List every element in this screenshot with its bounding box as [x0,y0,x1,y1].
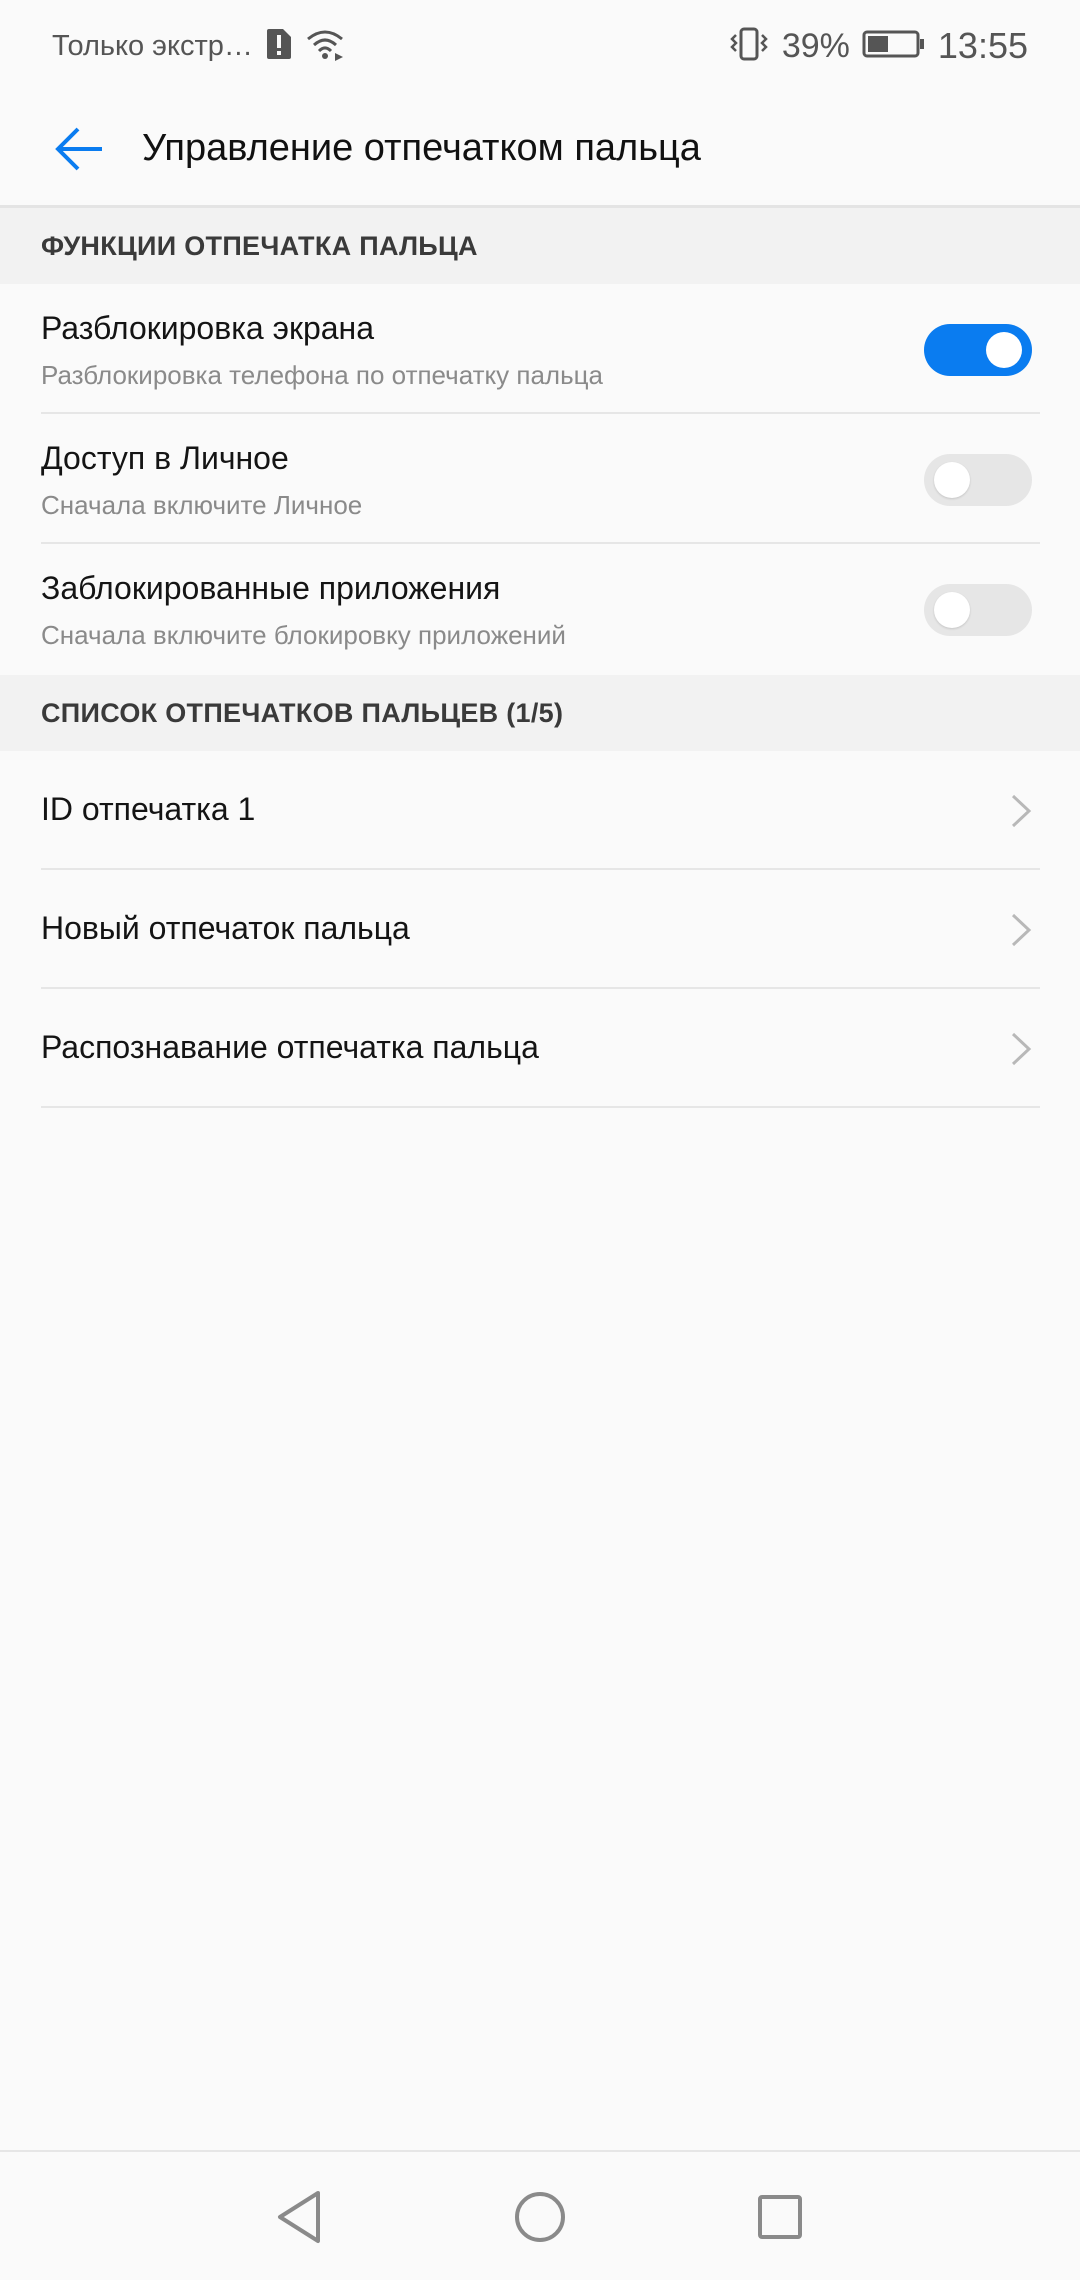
back-button[interactable] [30,99,130,199]
item-locked-apps[interactable]: Заблокированные приложения Сначала включ… [41,544,1040,674]
battery-percent: 39% [781,26,850,65]
item-subtitle: Сначала включите блокировку приложений [41,620,566,650]
battery-icon [862,29,926,64]
page-title: Управление отпечатком пальца [142,127,701,169]
status-bar: Только экстр… 39% 13:55 [0,0,1080,92]
switch-knob [934,462,970,498]
wifi-icon [305,27,345,66]
nav-recents-button[interactable] [745,2182,815,2252]
item-title: Распознавание отпечатка пальца [41,1029,539,1065]
item-title: Доступ в Личное [41,440,289,476]
item-fingerprint-id-1[interactable]: ID отпечатка 1 [41,751,1040,870]
switch-knob [934,592,970,628]
screen: Только экстр… 39% 13:55 Управление отпеч… [0,0,1080,2280]
carrier-label: Только экстр… [52,29,253,62]
chevron-right-icon [1011,794,1032,828]
nav-home-icon [515,2192,565,2242]
nav-back-icon [278,2191,320,2243]
functions-list: Разблокировка экрана Разблокировка телеф… [0,284,1080,674]
item-fingerprint-recognition[interactable]: Распознавание отпечатка пальца [41,989,1040,1108]
item-title: Новый отпечаток пальца [41,910,410,946]
locked-apps-switch[interactable] [924,584,1032,636]
item-subtitle: Разблокировка телефона по отпечатку паль… [41,360,603,390]
item-title: Заблокированные приложения [41,570,501,606]
nav-home-button[interactable] [505,2182,575,2252]
section-header-fingerprints: СПИСОК ОТПЕЧАТКОВ ПАЛЬЦЕВ (1/5) [0,675,1080,751]
chevron-right-icon [1011,1032,1032,1066]
item-subtitle: Сначала включите Личное [41,490,363,520]
item-title: ID отпечатка 1 [41,791,256,827]
fingerprints-list: ID отпечатка 1 Новый отпечаток пальца Ра… [0,751,1080,1108]
navigation-bar [0,2150,1080,2280]
item-screen-unlock[interactable]: Разблокировка экрана Разблокировка телеф… [41,284,1040,414]
nav-recents-icon [758,2195,802,2239]
item-private-space[interactable]: Доступ в Личное Сначала включите Личное [41,414,1040,544]
status-left: Только экстр… [52,27,345,66]
app-bar: Управление отпечатком пальца [0,92,1080,208]
nav-back-button[interactable] [264,2182,334,2252]
chevron-right-icon [1011,913,1032,947]
sim-alert-icon [265,27,293,66]
private-space-switch[interactable] [924,454,1032,506]
status-right: 39% 13:55 [728,25,1028,67]
item-new-fingerprint[interactable]: Новый отпечаток пальца [41,870,1040,989]
switch-knob [986,332,1022,368]
section-header-functions: ФУНКЦИИ ОТПЕЧАТКА ПАЛЬЦА [0,208,1080,284]
vibrate-icon [728,26,770,67]
clock: 13:55 [937,25,1028,66]
item-title: Разблокировка экрана [41,310,374,346]
screen-unlock-switch[interactable] [924,324,1032,376]
arrow-back-icon [55,127,102,170]
